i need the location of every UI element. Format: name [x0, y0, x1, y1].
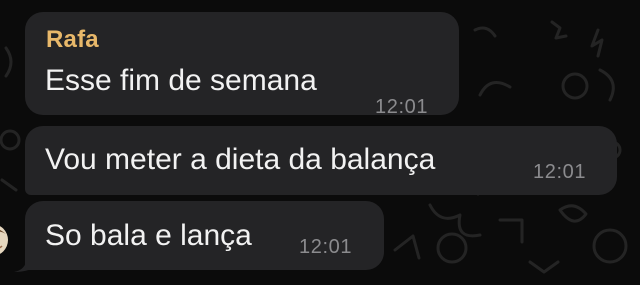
message-text: Esse fim de semana	[45, 64, 317, 97]
message-time: 12:01	[299, 236, 353, 258]
message-bubble[interactable]: Rafa Esse fim de semana 12:01	[25, 12, 459, 118]
message-time: 12:01	[375, 96, 429, 118]
message-bubble[interactable]: So bala e lança 12:01	[25, 201, 384, 270]
message-text: Vou meter a dieta da balança	[45, 143, 436, 176]
message-text: So bala e lança	[45, 219, 252, 252]
message-bubble[interactable]: Vou meter a dieta da balança 12:01	[25, 126, 617, 195]
avatar-icon[interactable]	[0, 222, 10, 258]
message-time: 12:01	[533, 161, 587, 183]
sender-name: Rafa	[46, 26, 99, 53]
